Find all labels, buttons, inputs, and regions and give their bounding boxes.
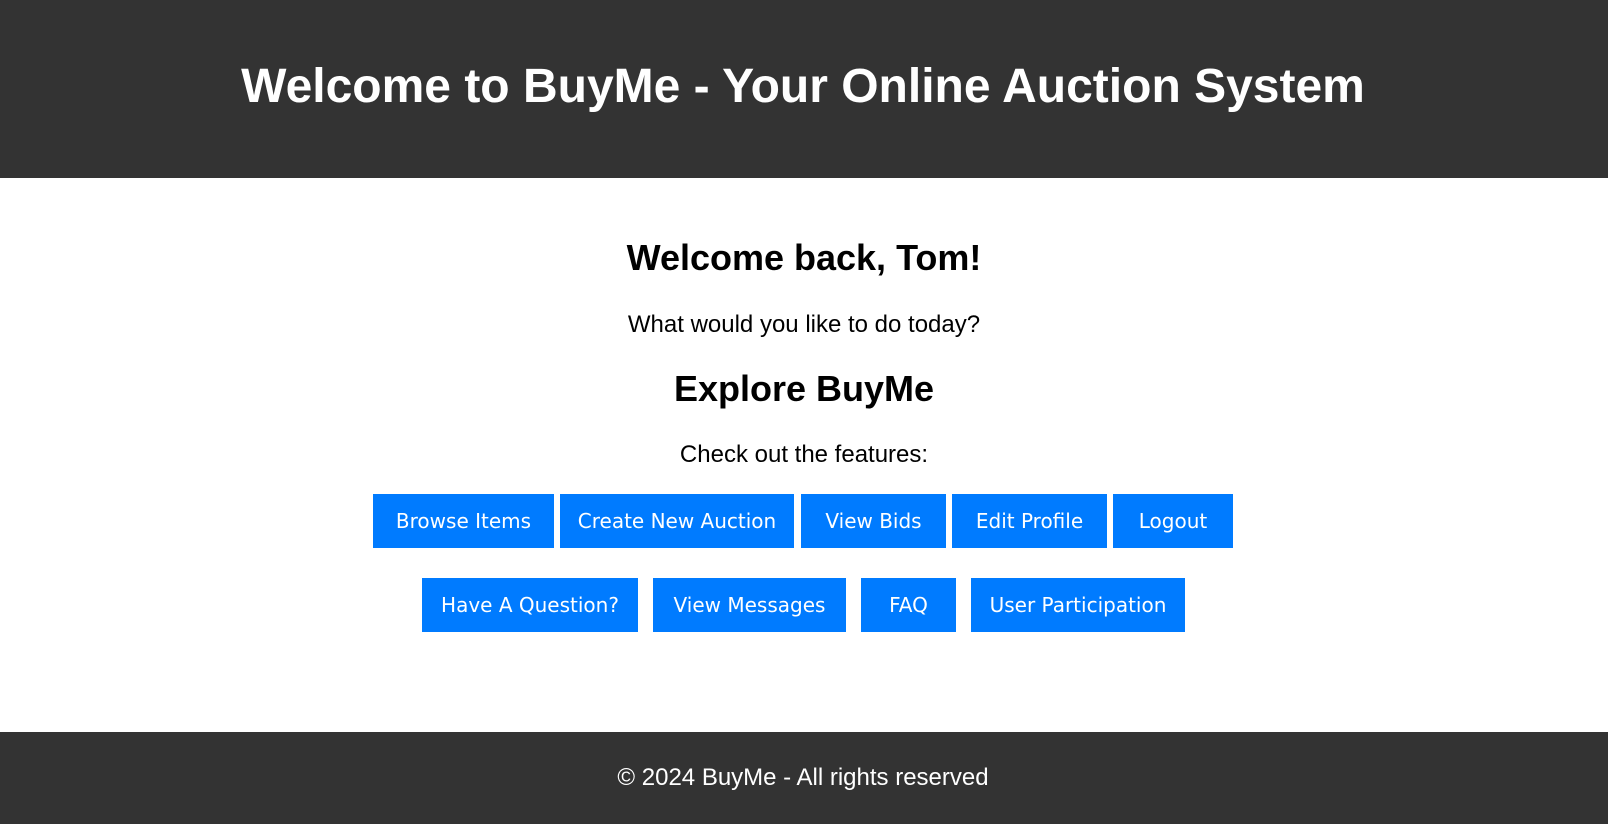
site-title: Welcome to BuyMe - Your Online Auction S… xyxy=(241,59,1365,113)
view-bids-button[interactable]: View Bids xyxy=(801,494,946,548)
welcome-heading: Welcome back, Tom! xyxy=(626,237,982,278)
prompt-text: What would you like to do today? xyxy=(627,311,981,338)
edit-profile-button[interactable]: Edit Profile xyxy=(952,494,1107,548)
browse-items-button[interactable]: Browse Items xyxy=(373,494,554,548)
copyright-text: © 2024 BuyMe - All rights reserved xyxy=(617,764,989,791)
explore-heading: Explore BuyMe xyxy=(673,368,935,409)
page-header: Welcome to BuyMe - Your Online Auction S… xyxy=(0,0,1608,178)
features-text: Check out the features: xyxy=(679,441,929,468)
create-new-auction-button[interactable]: Create New Auction xyxy=(560,494,794,548)
have-a-question-button[interactable]: Have A Question? xyxy=(422,578,638,632)
logout-button[interactable]: Logout xyxy=(1113,494,1233,548)
page-footer: © 2024 BuyMe - All rights reserved xyxy=(0,732,1608,824)
main-content: Welcome back, Tom! What would you like t… xyxy=(0,178,1608,732)
user-participation-button[interactable]: User Participation xyxy=(971,578,1185,632)
faq-button[interactable]: FAQ xyxy=(861,578,956,632)
view-messages-button[interactable]: View Messages xyxy=(653,578,846,632)
